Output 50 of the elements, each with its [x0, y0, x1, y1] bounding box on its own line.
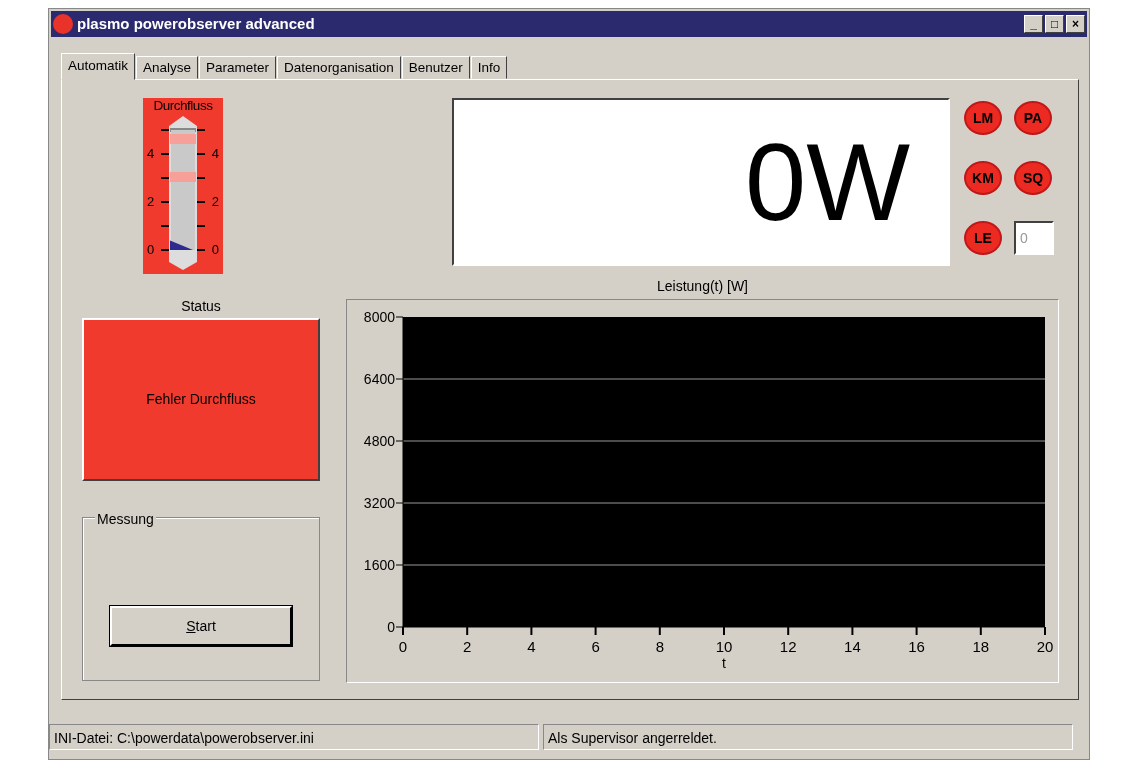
power-display: 0W: [452, 98, 950, 266]
x-tick-label: 10: [715, 638, 733, 655]
x-tick-label: 16: [908, 638, 925, 655]
scale-label: 4: [211, 147, 219, 160]
maximize-button[interactable]: □: [1045, 15, 1064, 33]
tab[interactable]: Datenorganisation: [277, 56, 401, 79]
indicator-button[interactable]: KM: [964, 161, 1002, 195]
indicator-button[interactable]: LM: [964, 101, 1002, 135]
indicator-button[interactable]: PA: [1014, 101, 1052, 135]
minimize-button[interactable]: _: [1024, 15, 1043, 33]
tab[interactable]: Analyse: [136, 56, 199, 79]
tab[interactable]: Benutzer: [401, 56, 470, 79]
tab[interactable]: Parameter: [199, 56, 277, 79]
scale-label: 2: [211, 195, 219, 208]
limit-marker: [170, 172, 196, 182]
x-tick-label: 18: [972, 638, 990, 655]
x-tick-label: 8: [655, 638, 664, 655]
close-button[interactable]: ×: [1066, 15, 1085, 33]
scale-label: 0: [211, 243, 219, 256]
y-tick-label: 4800: [363, 433, 395, 449]
x-tick-label: 2: [463, 638, 472, 655]
indicator-button[interactable]: LE: [964, 221, 1002, 255]
status-bar-panel: Als Supervisor angerreldet.: [543, 724, 1073, 750]
window-title: plasmo powerobserver advanced: [77, 13, 315, 34]
status-panel: Fehler Durchfluss: [82, 318, 320, 481]
app-icon: [53, 14, 73, 34]
scale-label: 4: [147, 147, 155, 160]
status-label: Status: [180, 297, 222, 316]
x-axis-label: t: [722, 655, 726, 671]
tab[interactable]: Automatik: [61, 53, 136, 80]
x-tick-label: 4: [527, 638, 536, 655]
y-tick-label: 6400: [363, 371, 395, 387]
y-tick-label: 1600: [363, 557, 395, 573]
x-tick-label: 6: [591, 638, 600, 655]
chart-title: Leistung(t) [W]: [656, 277, 749, 296]
y-tick-label: 8000: [363, 309, 395, 325]
limit-marker: [170, 134, 196, 144]
status-bar-panel: INI-Datei: C:\powerdata\powerobserver.ini: [49, 724, 539, 750]
gauge-label: Durchfluss: [152, 98, 214, 114]
y-tick-label: 0: [387, 619, 395, 635]
start-button[interactable]: Start: [110, 606, 292, 646]
x-tick-label: 14: [844, 638, 861, 655]
indicator-button[interactable]: SQ: [1014, 161, 1052, 195]
x-tick-label: 12: [779, 638, 797, 655]
x-tick-label: 0: [398, 638, 408, 655]
scale-label: 0: [147, 243, 155, 256]
x-tick-label: 20: [1036, 638, 1054, 655]
tab[interactable]: Info: [470, 56, 508, 79]
y-tick-label: 3200: [363, 495, 395, 511]
scale-label: 2: [147, 195, 155, 208]
